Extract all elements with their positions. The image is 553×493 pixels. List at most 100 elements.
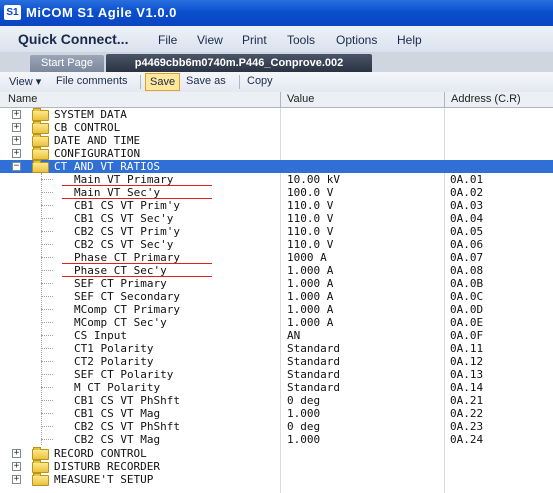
setting-row[interactable]: CB1 CS VT Mag 1.000 0A.22 [0, 407, 553, 420]
folder-icon [32, 121, 49, 134]
setting-row[interactable]: CB1 CS VT PhShft 0 deg 0A.21 [0, 394, 553, 407]
setting-value[interactable]: 110.0 V [287, 212, 333, 225]
setting-address: 0A.0C [450, 290, 484, 303]
setting-value[interactable]: Standard [287, 368, 340, 381]
menu-print[interactable]: Print [242, 33, 267, 47]
tree-connector [41, 400, 53, 401]
tree-connector [41, 270, 53, 271]
view-dropdown[interactable]: View ▾ [9, 75, 41, 88]
folder-icon [32, 473, 49, 486]
tree-connector [41, 192, 53, 193]
collapse-icon[interactable]: − [12, 162, 21, 171]
annotation-underline [62, 263, 212, 264]
setting-value[interactable]: 1.000 A [287, 316, 333, 329]
folder-icon [32, 147, 49, 160]
tree-folder-row-selected[interactable]: − CT AND VT RATIOS [0, 160, 553, 173]
tab-active-file[interactable]: p4469cbb6m0740m.P446_Conprove.002 [106, 54, 372, 72]
tree-folder-row[interactable]: + DATE AND TIME [0, 134, 553, 147]
file-comments-button[interactable]: File comments [56, 75, 128, 87]
setting-row[interactable]: CB2 CS VT Sec'y 110.0 V 0A.06 [0, 238, 553, 251]
setting-row[interactable]: CB1 CS VT Sec'y 110.0 V 0A.04 [0, 212, 553, 225]
setting-row[interactable]: CS Input AN 0A.0F [0, 329, 553, 342]
setting-value[interactable]: 1.000 [287, 407, 320, 420]
column-name-header[interactable]: Name [8, 92, 37, 107]
expand-icon[interactable]: + [12, 475, 21, 484]
view-label: View [9, 76, 33, 88]
toolbar-divider [239, 75, 240, 89]
setting-row[interactable]: CB1 CS VT Prim'y 110.0 V 0A.03 [0, 199, 553, 212]
setting-value[interactable]: 1000 A [287, 251, 327, 264]
setting-row[interactable]: SEF CT Primary 1.000 A 0A.0B [0, 277, 553, 290]
setting-value[interactable]: Standard [287, 381, 340, 394]
expand-icon[interactable]: + [12, 149, 21, 158]
save-as-button[interactable]: Save as [186, 75, 226, 87]
menu-view[interactable]: View [197, 33, 223, 47]
setting-value[interactable]: 1.000 A [287, 303, 333, 316]
setting-value[interactable]: 0 deg [287, 420, 320, 433]
setting-value[interactable]: 110.0 V [287, 238, 333, 251]
tree-connector [41, 439, 53, 440]
quick-connect-button[interactable]: Quick Connect... [18, 31, 128, 47]
tree-connector [41, 348, 53, 349]
row-name: CB CONTROL [54, 121, 121, 134]
setting-value[interactable]: 1.000 A [287, 290, 333, 303]
setting-row[interactable]: SEF CT Polarity Standard 0A.13 [0, 368, 553, 381]
setting-value[interactable]: 110.0 V [287, 225, 333, 238]
expand-icon[interactable]: + [12, 123, 21, 132]
menu-options[interactable]: Options [336, 33, 377, 47]
setting-address: 0A.04 [450, 212, 484, 225]
row-name: MEASURE'T SETUP [54, 473, 154, 486]
setting-row[interactable]: CT2 Polarity Standard 0A.12 [0, 355, 553, 368]
setting-row[interactable]: CB2 CS VT PhShft 0 deg 0A.23 [0, 420, 553, 433]
column-value-header[interactable]: Value [287, 92, 314, 107]
setting-address: 0A.06 [450, 238, 484, 251]
tab-start-page[interactable]: Start Page [30, 55, 104, 72]
menu-file[interactable]: File [158, 33, 177, 47]
setting-name: CT1 Polarity [74, 342, 154, 355]
tree-connector [41, 231, 53, 232]
setting-row[interactable]: MComp CT Primary 1.000 A 0A.0D [0, 303, 553, 316]
setting-row[interactable]: CB2 CS VT Mag 1.000 0A.24 [0, 433, 553, 446]
tree-folder-row[interactable]: + CONFIGURATION [0, 147, 553, 160]
setting-value[interactable]: AN [287, 329, 300, 342]
save-button[interactable]: Save [145, 73, 181, 91]
expand-icon[interactable]: + [12, 449, 21, 458]
setting-value[interactable]: Standard [287, 355, 340, 368]
setting-value[interactable]: 1.000 [287, 433, 320, 446]
setting-row[interactable]: SEF CT Secondary 1.000 A 0A.0C [0, 290, 553, 303]
column-divider[interactable] [444, 92, 445, 107]
setting-value[interactable]: 100.0 V [287, 186, 333, 199]
menu-help[interactable]: Help [397, 33, 422, 47]
menu-tools[interactable]: Tools [287, 33, 315, 47]
setting-row[interactable]: CT1 Polarity Standard 0A.11 [0, 342, 553, 355]
tree-folder-row[interactable]: + MEASURE'T SETUP [0, 473, 553, 486]
tree-folder-row[interactable]: + DISTURB RECORDER [0, 460, 553, 473]
tree-connector [41, 426, 53, 427]
tree-folder-row[interactable]: + CB CONTROL [0, 121, 553, 134]
setting-value[interactable]: 110.0 V [287, 199, 333, 212]
setting-value[interactable]: 1.000 A [287, 264, 333, 277]
tree-folder-row[interactable]: + SYSTEM DATA [0, 108, 553, 121]
setting-value[interactable]: Standard [287, 342, 340, 355]
chevron-down-icon: ▾ [35, 76, 42, 88]
column-address-header[interactable]: Address (C.R) [451, 92, 521, 107]
setting-row[interactable]: MComp CT Sec'y 1.000 A 0A.0E [0, 316, 553, 329]
tree-folder-row[interactable]: + RECORD CONTROL [0, 447, 553, 460]
setting-row[interactable]: CB2 CS VT Prim'y 110.0 V 0A.05 [0, 225, 553, 238]
setting-name: CB2 CS VT PhShft [74, 420, 180, 433]
setting-value[interactable]: 10.00 kV [287, 173, 340, 186]
setting-address: 0A.12 [450, 355, 484, 368]
setting-address: 0A.23 [450, 420, 484, 433]
setting-row[interactable]: M CT Polarity Standard 0A.14 [0, 381, 553, 394]
setting-address: 0A.24 [450, 433, 484, 446]
expand-icon[interactable]: + [12, 462, 21, 471]
setting-address: 0A.07 [450, 251, 484, 264]
copy-button[interactable]: Copy [247, 75, 273, 87]
setting-value[interactable]: 1.000 A [287, 277, 333, 290]
setting-value[interactable]: 0 deg [287, 394, 320, 407]
column-divider[interactable] [280, 92, 281, 107]
setting-name: CB1 CS VT Mag [74, 407, 161, 420]
expand-icon[interactable]: + [12, 110, 21, 119]
expand-icon[interactable]: + [12, 136, 21, 145]
column-header: Name Value Address (C.R) [0, 92, 553, 108]
